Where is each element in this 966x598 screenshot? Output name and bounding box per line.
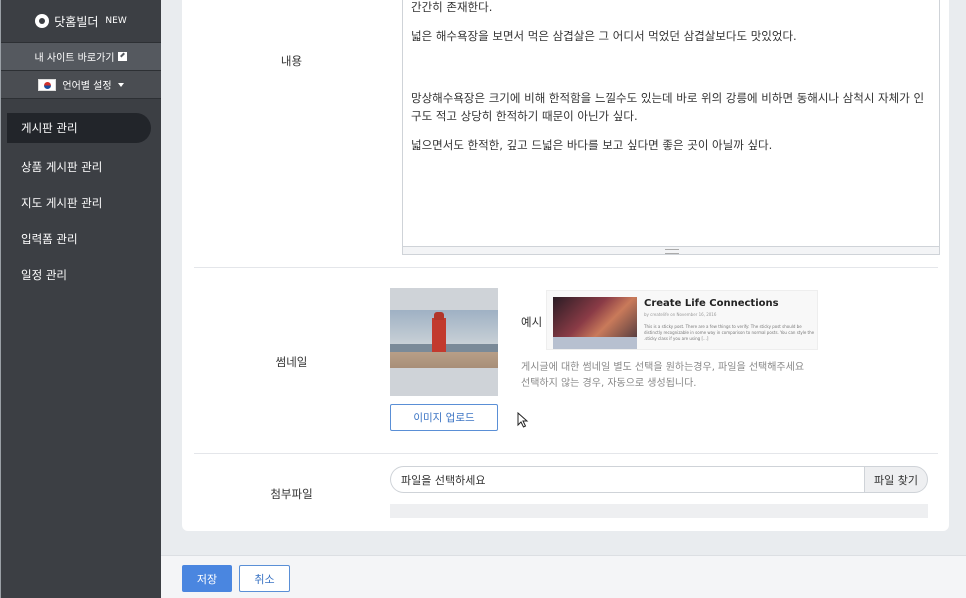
- editor-paragraph: 넓은 해수욕장을 보면서 먹은 삼겹살은 그 어디서 먹었던 삼겹살보다도 맛있…: [411, 29, 797, 43]
- editor-resize-handle[interactable]: [403, 246, 939, 254]
- site-link-button[interactable]: 내 사이트 바로가기: [1, 42, 161, 70]
- post-form-card: 내용 간간히 존재한다. 넓은 해수욕장을 보면서 먹은 삼겹살은 그 어디서 …: [182, 0, 949, 531]
- language-label: 언어별 설정: [62, 81, 112, 92]
- example-meta: by createlife on November 16, 2016: [644, 312, 717, 317]
- mouse-cursor-icon: [517, 412, 529, 428]
- sidebar-item-label: 게시판 관리: [21, 121, 78, 135]
- sidebar-item-label: 지도 게시판 관리: [21, 196, 103, 210]
- attachment-label: 첨부파일: [270, 487, 313, 501]
- example-photo: [553, 297, 637, 349]
- form-footer: 저장 취소: [161, 555, 966, 598]
- content-label: 내용: [280, 54, 303, 68]
- editor-paragraph: 망상해수욕장은 크기에 비해 한적함을 느낄수도 있는데 바로 위의 강릉에 비…: [411, 91, 925, 123]
- content-row: 내용 간간히 존재한다. 넓은 해수욕장을 보면서 먹은 삼겹살은 그 어디서 …: [194, 0, 940, 268]
- file-list: [390, 504, 928, 518]
- image-upload-button[interactable]: 이미지 업로드: [390, 404, 498, 431]
- example-title: Create Life Connections: [644, 298, 779, 309]
- brand-badge: NEW: [105, 16, 127, 26]
- cancel-button[interactable]: 취소: [239, 565, 290, 592]
- save-button[interactable]: 저장: [182, 565, 232, 592]
- brand-logo-icon: [35, 14, 50, 28]
- thumbnail-preview: [390, 288, 498, 396]
- sidebar-item-label: 상품 게시판 관리: [21, 160, 103, 174]
- thumbnail-label: 썸네일: [275, 355, 308, 369]
- korea-flag-icon: [38, 78, 57, 91]
- sidebar: 닷홈빌더 NEW 내 사이트 바로가기 언어별 설정 게시판 관리 상품 게시판…: [0, 0, 161, 598]
- file-input[interactable]: 파일을 선택하세요: [390, 466, 865, 493]
- sidebar-menu: 게시판 관리 상품 게시판 관리 지도 게시판 관리 입력폼 관리 일정 관리: [1, 113, 161, 293]
- browse-file-button[interactable]: 파일 찾기: [864, 466, 928, 493]
- language-dropdown[interactable]: 언어별 설정: [1, 70, 161, 99]
- thumbnail-hint-line: 선택하지 않는 경우, 자동으로 생성됩니다.: [521, 378, 697, 389]
- main-content: 내용 간간히 존재한다. 넓은 해수욕장을 보면서 먹은 삼겹살은 그 어디서 …: [161, 0, 966, 598]
- sidebar-item-map-board[interactable]: 지도 게시판 관리: [1, 185, 161, 221]
- thumbnail-hint: 게시글에 대한 썸네일 별도 선택을 원하는경우, 파일을 선택해주세요 선택하…: [521, 360, 804, 392]
- editor-paragraph: [411, 56, 931, 78]
- caret-down-icon: [117, 82, 124, 87]
- example-thumbnail: Create Life Connections by createlife on…: [546, 290, 818, 350]
- example-body: This is a sticky post. There are a few t…: [644, 324, 815, 341]
- example-label: 예시: [521, 315, 543, 329]
- sidebar-item-label: 일정 관리: [21, 268, 67, 282]
- brand[interactable]: 닷홈빌더 NEW: [1, 0, 161, 42]
- site-link-label: 내 사이트 바로가기: [34, 53, 115, 64]
- sidebar-item-board[interactable]: 게시판 관리: [7, 113, 151, 143]
- external-link-icon: [118, 52, 128, 61]
- brand-name: 닷홈빌더: [54, 14, 99, 29]
- sidebar-item-label: 입력폼 관리: [21, 232, 78, 246]
- editor-paragraph: 넓으면서도 한적한, 깊고 드넓은 바다를 보고 싶다면 좋은 곳이 아닐까 싶…: [411, 138, 773, 152]
- content-editor[interactable]: 간간히 존재한다. 넓은 해수욕장을 보면서 먹은 삼겹살은 그 어디서 먹었던…: [402, 0, 940, 255]
- sidebar-item-form[interactable]: 입력폼 관리: [1, 221, 161, 257]
- sidebar-item-schedule[interactable]: 일정 관리: [1, 257, 161, 293]
- sidebar-item-product-board[interactable]: 상품 게시판 관리: [1, 149, 161, 185]
- editor-paragraph: 간간히 존재한다.: [411, 0, 493, 14]
- thumbnail-hint-line: 게시글에 대한 썸네일 별도 선택을 원하는경우, 파일을 선택해주세요: [521, 362, 805, 373]
